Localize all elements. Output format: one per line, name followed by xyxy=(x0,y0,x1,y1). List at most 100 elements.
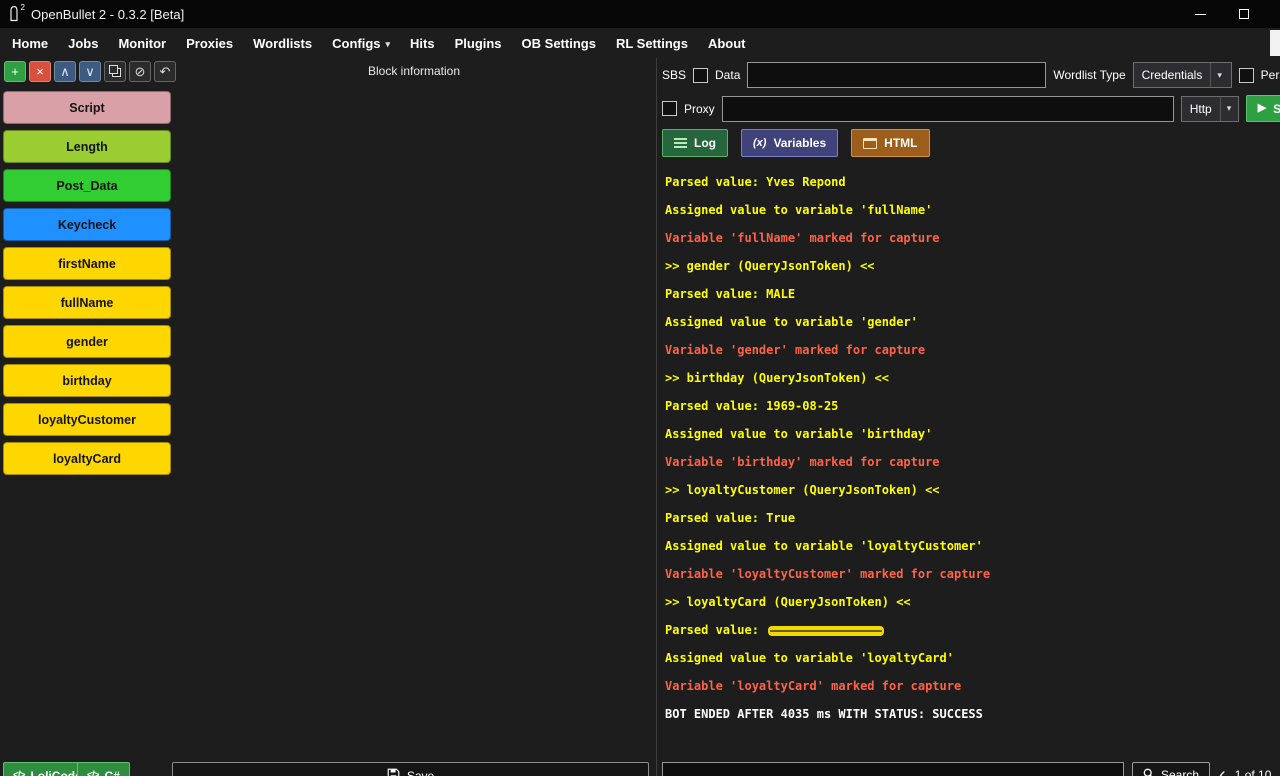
app-logo-2: 2 xyxy=(21,3,25,12)
add-block-button[interactable]: + xyxy=(4,61,26,82)
start-button[interactable]: ▶ Start xyxy=(1246,95,1280,122)
chevron-down-icon: ▾ xyxy=(386,37,391,50)
redacted-value xyxy=(768,626,884,636)
menu-item-ob-settings[interactable]: OB Settings xyxy=(512,28,606,58)
view-tab-log[interactable]: Log xyxy=(662,129,728,157)
log-line: >> loyaltyCard (QueryJsonToken) << xyxy=(665,588,1276,616)
menu-item-label: RL Settings xyxy=(616,36,688,51)
menu-item-about[interactable]: About xyxy=(698,28,756,58)
menu-item-monitor[interactable]: Monitor xyxy=(108,28,176,58)
move-block-down-button[interactable]: ∨ xyxy=(79,61,101,82)
search-icon xyxy=(1143,768,1155,776)
log-line: Assigned value to variable 'loyaltyCard' xyxy=(665,644,1276,672)
log-line: Parsed value: Yves Repond xyxy=(665,168,1276,196)
block-item-birthday[interactable]: birthday xyxy=(3,364,171,397)
log-output: Parsed value: Yves RepondAssigned value … xyxy=(665,168,1276,733)
delete-block-button[interactable]: × xyxy=(29,61,51,82)
save-icon xyxy=(387,768,400,776)
window-controls xyxy=(1178,0,1266,28)
log-line: Assigned value to variable 'gender' xyxy=(665,308,1276,336)
log-search-input[interactable] xyxy=(662,762,1124,776)
variables-icon: (x) xyxy=(753,137,766,149)
persist-checkbox[interactable] xyxy=(1239,68,1254,83)
log-line: Assigned value to variable 'birthday' xyxy=(665,420,1276,448)
play-icon: ▶ xyxy=(1258,103,1266,114)
log-line: Variable 'gender' marked for capture xyxy=(665,336,1276,364)
menu-item-label: Configs xyxy=(332,36,380,51)
proxy-label: Proxy xyxy=(684,102,715,116)
view-tabs: Log (x)Variables HTML xyxy=(662,129,930,157)
minimize-button[interactable] xyxy=(1178,0,1222,28)
scrollbar-thumb[interactable] xyxy=(1270,30,1280,56)
log-line: Parsed value: xyxy=(665,616,1276,644)
start-label: Start xyxy=(1273,102,1280,116)
block-item-gender[interactable]: gender xyxy=(3,325,171,358)
wordlist-type-label: Wordlist Type xyxy=(1053,68,1125,82)
csharp-button[interactable]: </> C# xyxy=(77,762,130,776)
block-item-length[interactable]: Length xyxy=(3,130,171,163)
persist-label: Persist xyxy=(1261,68,1280,82)
log-line: Assigned value to variable 'fullName' xyxy=(665,196,1276,224)
csharp-label: C# xyxy=(104,769,119,776)
minimize-icon xyxy=(1195,14,1206,15)
log-line: Variable 'birthday' marked for capture xyxy=(665,448,1276,476)
proxy-type-select[interactable]: Http ▾ xyxy=(1181,96,1239,122)
app-logo-icon: 2 xyxy=(7,5,23,23)
save-button[interactable]: Save xyxy=(172,762,649,776)
data-label: Data xyxy=(715,68,740,82)
view-tab-variables[interactable]: (x)Variables xyxy=(741,129,838,157)
clone-block-button[interactable] xyxy=(104,61,126,82)
menu-item-label: About xyxy=(708,36,746,51)
view-tab-html[interactable]: HTML xyxy=(851,129,929,157)
list-icon xyxy=(674,138,687,149)
app-window: 2 OpenBullet 2 - 0.3.2 [Beta] HomeJobsMo… xyxy=(0,0,1280,776)
bottom-left-bar: </> LoliCode </> C# Save xyxy=(0,762,656,776)
plus-icon: + xyxy=(11,65,19,78)
block-item-firstname[interactable]: firstName xyxy=(3,247,171,280)
wordlist-type-select[interactable]: Credentials ▾ xyxy=(1133,62,1232,88)
block-item-loyaltycard[interactable]: loyaltyCard xyxy=(3,442,171,475)
cross-icon: × xyxy=(36,65,44,78)
panel-divider xyxy=(656,58,657,776)
log-bottom-bar: Search ‹ 1 of 10 › xyxy=(662,762,1280,776)
block-item-keycheck[interactable]: Keycheck xyxy=(3,208,171,241)
block-item-script[interactable]: Script xyxy=(3,91,171,124)
maximize-button[interactable] xyxy=(1222,0,1266,28)
chevron-up-icon: ∧ xyxy=(60,65,70,78)
save-label: Save xyxy=(407,769,434,776)
block-item-post_data[interactable]: Post_Data xyxy=(3,169,171,202)
data-input[interactable] xyxy=(747,62,1046,88)
menu-item-configs[interactable]: Configs ▾ xyxy=(322,28,400,58)
move-block-up-button[interactable]: ∧ xyxy=(54,61,76,82)
log-line: BOT ENDED AFTER 4035 ms WITH STATUS: SUC… xyxy=(665,700,1276,728)
menu-item-hits[interactable]: Hits xyxy=(400,28,445,58)
log-line: >> loyaltyCustomer (QueryJsonToken) << xyxy=(665,476,1276,504)
proxy-input[interactable] xyxy=(722,96,1174,122)
log-line: >> birthday (QueryJsonToken) << xyxy=(665,364,1276,392)
browser-icon xyxy=(863,138,877,149)
log-line: Parsed value: 1969-08-25 xyxy=(665,392,1276,420)
chevron-down-icon: ▾ xyxy=(1220,97,1238,121)
menu-item-label: Proxies xyxy=(186,36,233,51)
proxy-checkbox[interactable] xyxy=(662,101,677,116)
block-information-header: Block information xyxy=(172,64,656,78)
pagination-label: 1 of 10 xyxy=(1235,768,1272,776)
chevron-down-icon: ∨ xyxy=(85,65,95,78)
menu-item-wordlists[interactable]: Wordlists xyxy=(243,28,322,58)
menu-item-plugins[interactable]: Plugins xyxy=(445,28,512,58)
search-button[interactable]: Search xyxy=(1132,762,1210,776)
menu-item-home[interactable]: Home xyxy=(2,28,58,58)
title-bar: 2 OpenBullet 2 - 0.3.2 [Beta] xyxy=(0,0,1280,28)
block-item-loyaltycustomer[interactable]: loyaltyCustomer xyxy=(3,403,171,436)
debugger-panel: SBS Data Wordlist Type Credentials ▾ Per… xyxy=(658,58,1280,776)
stacker-panel: +×∧∨⊘↶ Block information ScriptLengthPos… xyxy=(0,58,656,776)
block-item-fullname[interactable]: fullName xyxy=(3,286,171,319)
menu-item-jobs[interactable]: Jobs xyxy=(58,28,108,58)
menu-item-proxies[interactable]: Proxies xyxy=(176,28,243,58)
menu-item-rl-settings[interactable]: RL Settings xyxy=(606,28,698,58)
disable-block-button[interactable]: ⊘ xyxy=(129,61,151,82)
sbs-checkbox[interactable] xyxy=(693,68,708,83)
chevron-left-icon[interactable]: ‹ xyxy=(1218,765,1227,776)
log-line: Parsed value: MALE xyxy=(665,280,1276,308)
block-stack: Script Length Post_Data Keycheck firstName fu… xyxy=(3,91,171,481)
